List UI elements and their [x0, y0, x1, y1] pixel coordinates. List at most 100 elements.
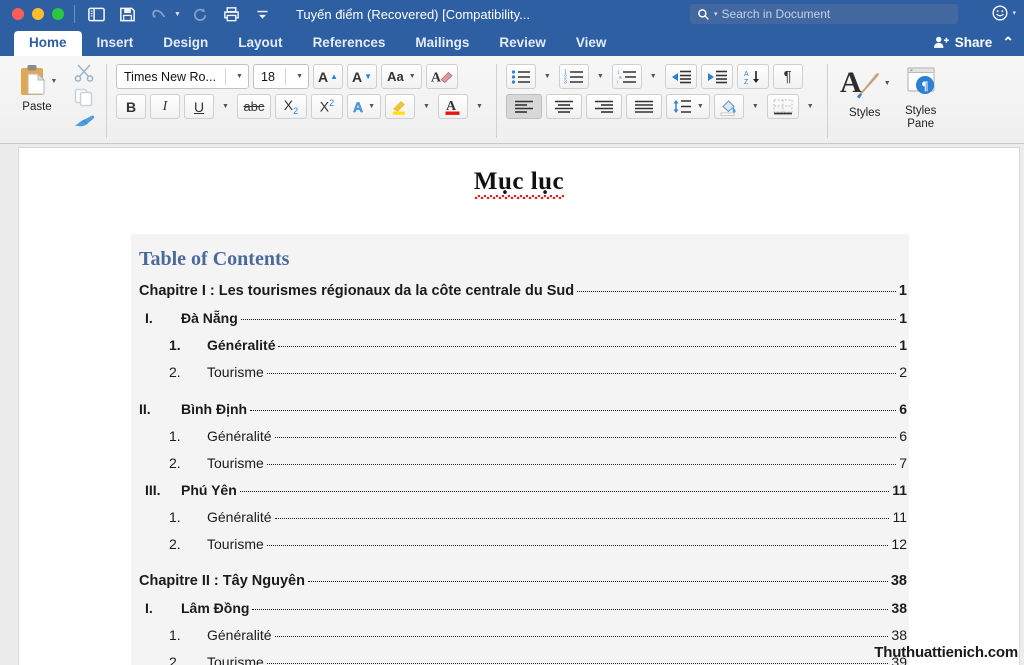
toc-entry[interactable]: Chapitre I : Les tourismes régionaux da … — [131, 283, 909, 299]
share-button[interactable]: Share — [933, 35, 992, 50]
superscript-button[interactable]: X2 — [310, 94, 343, 119]
change-case-button[interactable]: Aa ▼ — [381, 64, 422, 89]
align-center-button[interactable] — [545, 94, 582, 119]
borders-caret-icon[interactable]: ▼ — [807, 103, 814, 110]
toc-entry[interactable]: I. Lâm Đồng 38 — [131, 600, 909, 616]
text-effects-button[interactable]: A ▼ — [346, 94, 381, 119]
highlight-button[interactable] — [385, 94, 415, 119]
toc-entry[interactable]: 2. Tourisme 2 — [131, 364, 909, 380]
show-formatting-marks-button[interactable]: ¶ — [772, 64, 803, 89]
decrease-indent-button[interactable] — [664, 64, 697, 89]
font-family-caret-icon[interactable]: ▼ — [236, 73, 243, 80]
tab-mailings[interactable]: Mailings — [400, 31, 484, 56]
tab-design[interactable]: Design — [148, 31, 223, 56]
tab-home[interactable]: Home — [14, 31, 82, 56]
numbering-button[interactable]: 123 — [558, 64, 589, 89]
toc-entry[interactable]: 1. Généralité 1 — [131, 337, 909, 353]
borders-button[interactable] — [766, 94, 799, 119]
font-color-caret-icon[interactable]: ▼ — [476, 103, 483, 110]
search-in-document-field[interactable]: ▾ Search in Document — [690, 4, 958, 24]
line-spacing-button[interactable]: ▼ — [665, 94, 710, 119]
format-painter-button[interactable] — [73, 112, 97, 130]
text-effects-caret-icon[interactable]: ▼ — [368, 103, 375, 110]
print-icon[interactable] — [221, 3, 243, 25]
feedback-caret-icon[interactable]: ▾ — [1012, 9, 1016, 17]
numbering-caret-icon[interactable]: ▼ — [597, 73, 604, 80]
grow-font-button[interactable]: A ▲ — [313, 64, 344, 89]
strikethrough-button[interactable]: abc — [236, 94, 271, 119]
line-spacing-caret-icon[interactable]: ▼ — [697, 103, 704, 110]
styles-pane-button[interactable]: ¶ Styles Pane — [893, 61, 949, 131]
bullets-button[interactable] — [505, 64, 536, 89]
styles-button[interactable]: A ▼ Styles — [837, 61, 893, 120]
save-icon[interactable] — [116, 3, 138, 25]
styles-caret-icon[interactable]: ▼ — [884, 80, 891, 87]
collapse-ribbon-chevron-icon[interactable]: ⌃ — [1002, 34, 1014, 51]
copy-button[interactable] — [73, 87, 95, 107]
undo-icon[interactable] — [147, 3, 169, 25]
bold-button[interactable]: B — [116, 94, 146, 119]
shading-button[interactable] — [713, 94, 744, 119]
justify-button[interactable] — [625, 94, 662, 119]
font-family-combobox[interactable]: Times New Ro... ▼ — [116, 64, 249, 89]
tab-layout[interactable]: Layout — [223, 31, 297, 56]
highlight-caret-button[interactable]: ▼ — [419, 94, 434, 119]
toc-entry[interactable]: 1. Généralité 6 — [131, 428, 909, 444]
multilevel-caret-icon[interactable]: ▼ — [650, 73, 657, 80]
undo-dropdown-caret-icon[interactable]: ▼ — [174, 11, 181, 18]
document-page[interactable]: Mục lục Table of Contents Chapitre I : L… — [18, 147, 1020, 665]
toc-entry[interactable]: 1. Généralité 11 — [131, 509, 909, 525]
font-size-combobox[interactable]: 18 ▼ — [253, 64, 309, 89]
font-size-caret-icon[interactable]: ▼ — [296, 73, 303, 80]
toc-entry[interactable]: Chapitre II : Tây Nguyên 38 — [131, 573, 909, 589]
underline-caret-icon[interactable]: ▼ — [222, 103, 229, 110]
paste-button[interactable] — [17, 63, 51, 99]
multilevel-list-button[interactable]: 1ai — [611, 64, 642, 89]
toc-entry[interactable]: 2. Tourisme 39 — [131, 654, 909, 665]
paste-options-caret-icon[interactable]: ▼ — [51, 78, 58, 85]
minimize-window-button[interactable] — [32, 8, 44, 20]
italic-button[interactable]: I — [150, 94, 180, 119]
toc-entry[interactable]: II. Bình Định 6 — [131, 401, 909, 417]
cut-button[interactable] — [73, 62, 95, 82]
tab-insert[interactable]: Insert — [82, 31, 149, 56]
tab-view[interactable]: View — [561, 31, 622, 56]
table-of-contents-field[interactable]: Table of Contents Chapitre I : Les touri… — [131, 234, 909, 665]
numbering-caret-button[interactable]: ▼ — [593, 64, 608, 89]
align-right-button[interactable] — [585, 94, 622, 119]
font-color-button[interactable]: A — [437, 94, 468, 119]
bullets-caret-icon[interactable]: ▼ — [544, 73, 551, 80]
borders-caret-button[interactable]: ▼ — [803, 94, 818, 119]
clear-formatting-button[interactable]: A — [425, 64, 458, 89]
highlight-caret-icon[interactable]: ▼ — [423, 103, 430, 110]
customize-toolbar-icon[interactable] — [252, 3, 274, 25]
underline-caret-button[interactable]: ▼ — [218, 94, 233, 119]
align-left-button[interactable] — [505, 94, 542, 119]
maximize-window-button[interactable] — [52, 8, 64, 20]
redo-icon[interactable] — [190, 3, 212, 25]
sort-button[interactable]: AZ — [736, 64, 769, 89]
window-controls[interactable] — [8, 8, 64, 20]
document-canvas[interactable]: Mục lục Table of Contents Chapitre I : L… — [0, 144, 1024, 665]
toc-entry[interactable]: 2. Tourisme 12 — [131, 536, 909, 552]
quick-access-toolbar[interactable]: ▼ — [85, 3, 274, 25]
underline-button[interactable]: U — [184, 94, 214, 119]
shading-caret-button[interactable]: ▼ — [748, 94, 763, 119]
sidebar-toggle-icon[interactable] — [85, 3, 107, 25]
font-color-caret-button[interactable]: ▼ — [472, 94, 487, 119]
shading-caret-icon[interactable]: ▼ — [752, 103, 759, 110]
bullets-caret-button[interactable]: ▼ — [540, 64, 555, 89]
subscript-button[interactable]: X2 — [274, 94, 307, 119]
increase-indent-button[interactable] — [700, 64, 733, 89]
toc-entry[interactable]: 2. Tourisme 7 — [131, 455, 909, 471]
close-window-button[interactable] — [12, 8, 24, 20]
toc-entry[interactable]: III. Phú Yên 11 — [131, 482, 909, 498]
change-case-caret-icon[interactable]: ▼ — [409, 73, 416, 80]
feedback-smiley-button[interactable]: ▾ — [991, 4, 1016, 22]
toc-entry[interactable]: I. Đà Nẵng 1 — [131, 310, 909, 326]
shrink-font-button[interactable]: A ▼ — [347, 64, 378, 89]
multilevel-caret-button[interactable]: ▼ — [646, 64, 661, 89]
search-scope-caret-icon[interactable]: ▾ — [714, 10, 718, 18]
toc-entry[interactable]: 1. Généralité 38 — [131, 627, 909, 643]
tab-references[interactable]: References — [298, 31, 401, 56]
